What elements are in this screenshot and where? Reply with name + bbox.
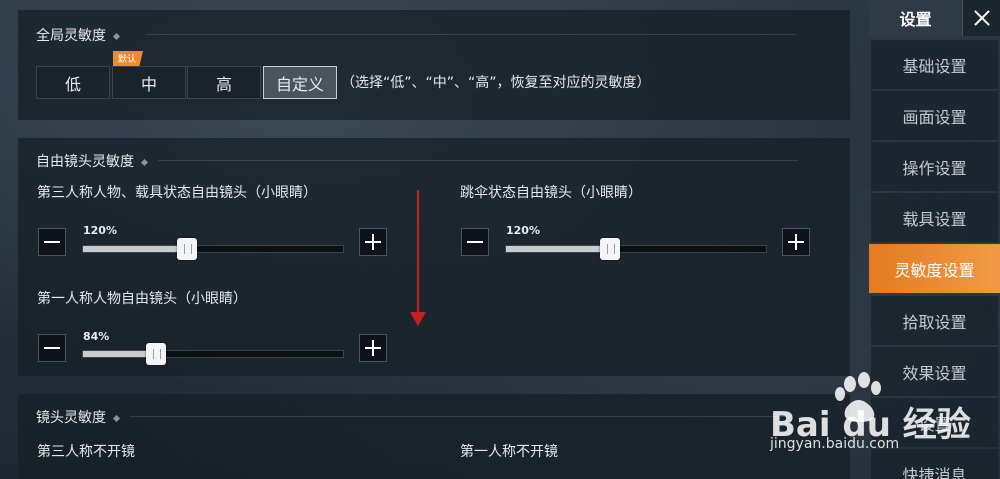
- third-person-value: 120%: [83, 224, 117, 237]
- sensitivity-high-button[interactable]: 高: [187, 66, 261, 99]
- third-person-free-camera-label: 第三人称人物、载具状态自由镜头（小眼睛）: [37, 185, 317, 201]
- first-person-value: 84%: [83, 330, 110, 343]
- third-person-slider[interactable]: [82, 238, 344, 260]
- free-camera-title: 自由镜头灵敏度: [36, 151, 149, 171]
- free-camera-panel: 自由镜头灵敏度: [18, 138, 850, 376]
- first-person-decrease-button[interactable]: [38, 334, 66, 362]
- first-person-free-camera-label: 第一人称人物自由镜头（小眼睛）: [37, 291, 247, 307]
- first-person-slider[interactable]: [82, 343, 344, 365]
- global-sensitivity-title: 全局灵敏度: [36, 25, 121, 45]
- default-badge: 默认: [113, 51, 144, 66]
- third-person-no-scope-label: 第三人称不开镜: [37, 444, 135, 460]
- first-person-increase-button[interactable]: [359, 334, 387, 362]
- camera-sensitivity-title: 镜头灵敏度: [36, 407, 121, 427]
- settings-header: 设置: [869, 0, 962, 36]
- parachute-slider[interactable]: [505, 238, 767, 260]
- sensitivity-low-button[interactable]: 低: [36, 66, 110, 99]
- parachute-slider-thumb[interactable]: [600, 238, 620, 260]
- camera-sensitivity-panel: 镜头灵敏度: [18, 394, 850, 479]
- sidebar-item-basic[interactable]: 基础设置: [871, 40, 998, 89]
- third-person-increase-button[interactable]: [359, 228, 387, 256]
- parachute-increase-button[interactable]: [782, 228, 810, 256]
- global-sensitivity-panel: 全局灵敏度 低 中 高 自定义: [18, 10, 850, 120]
- sidebar-item-graphics[interactable]: 画面设置: [871, 91, 998, 140]
- parachute-free-camera-label: 跳伞状态自由镜头（小眼睛）: [460, 185, 642, 201]
- watermark-url: jingyan.baidu.com: [770, 436, 900, 452]
- parachute-decrease-button[interactable]: [461, 228, 489, 256]
- sensitivity-medium-button[interactable]: 中: [112, 66, 186, 99]
- first-person-no-scope-label: 第一人称不开镜: [460, 444, 558, 460]
- third-person-decrease-button[interactable]: [38, 228, 66, 256]
- annotation-arrow-head: [410, 312, 426, 326]
- sensitivity-hint: （选择“低”、“中”、“高”，恢复至对应的灵敏度）: [341, 75, 651, 91]
- sidebar-item-sensitivity[interactable]: 灵敏度设置: [869, 244, 1000, 293]
- third-person-slider-thumb[interactable]: [177, 238, 197, 260]
- sidebar-item-pickup[interactable]: 拾取设置: [871, 296, 998, 345]
- close-icon[interactable]: [962, 0, 1000, 36]
- sensitivity-custom-button[interactable]: 自定义: [263, 66, 337, 99]
- parachute-value: 120%: [506, 224, 540, 237]
- first-person-slider-thumb[interactable]: [145, 343, 166, 365]
- sidebar-item-controls[interactable]: 操作设置: [871, 142, 998, 191]
- sidebar-item-vehicle[interactable]: 载具设置: [871, 193, 998, 242]
- annotation-arrow: [417, 190, 419, 318]
